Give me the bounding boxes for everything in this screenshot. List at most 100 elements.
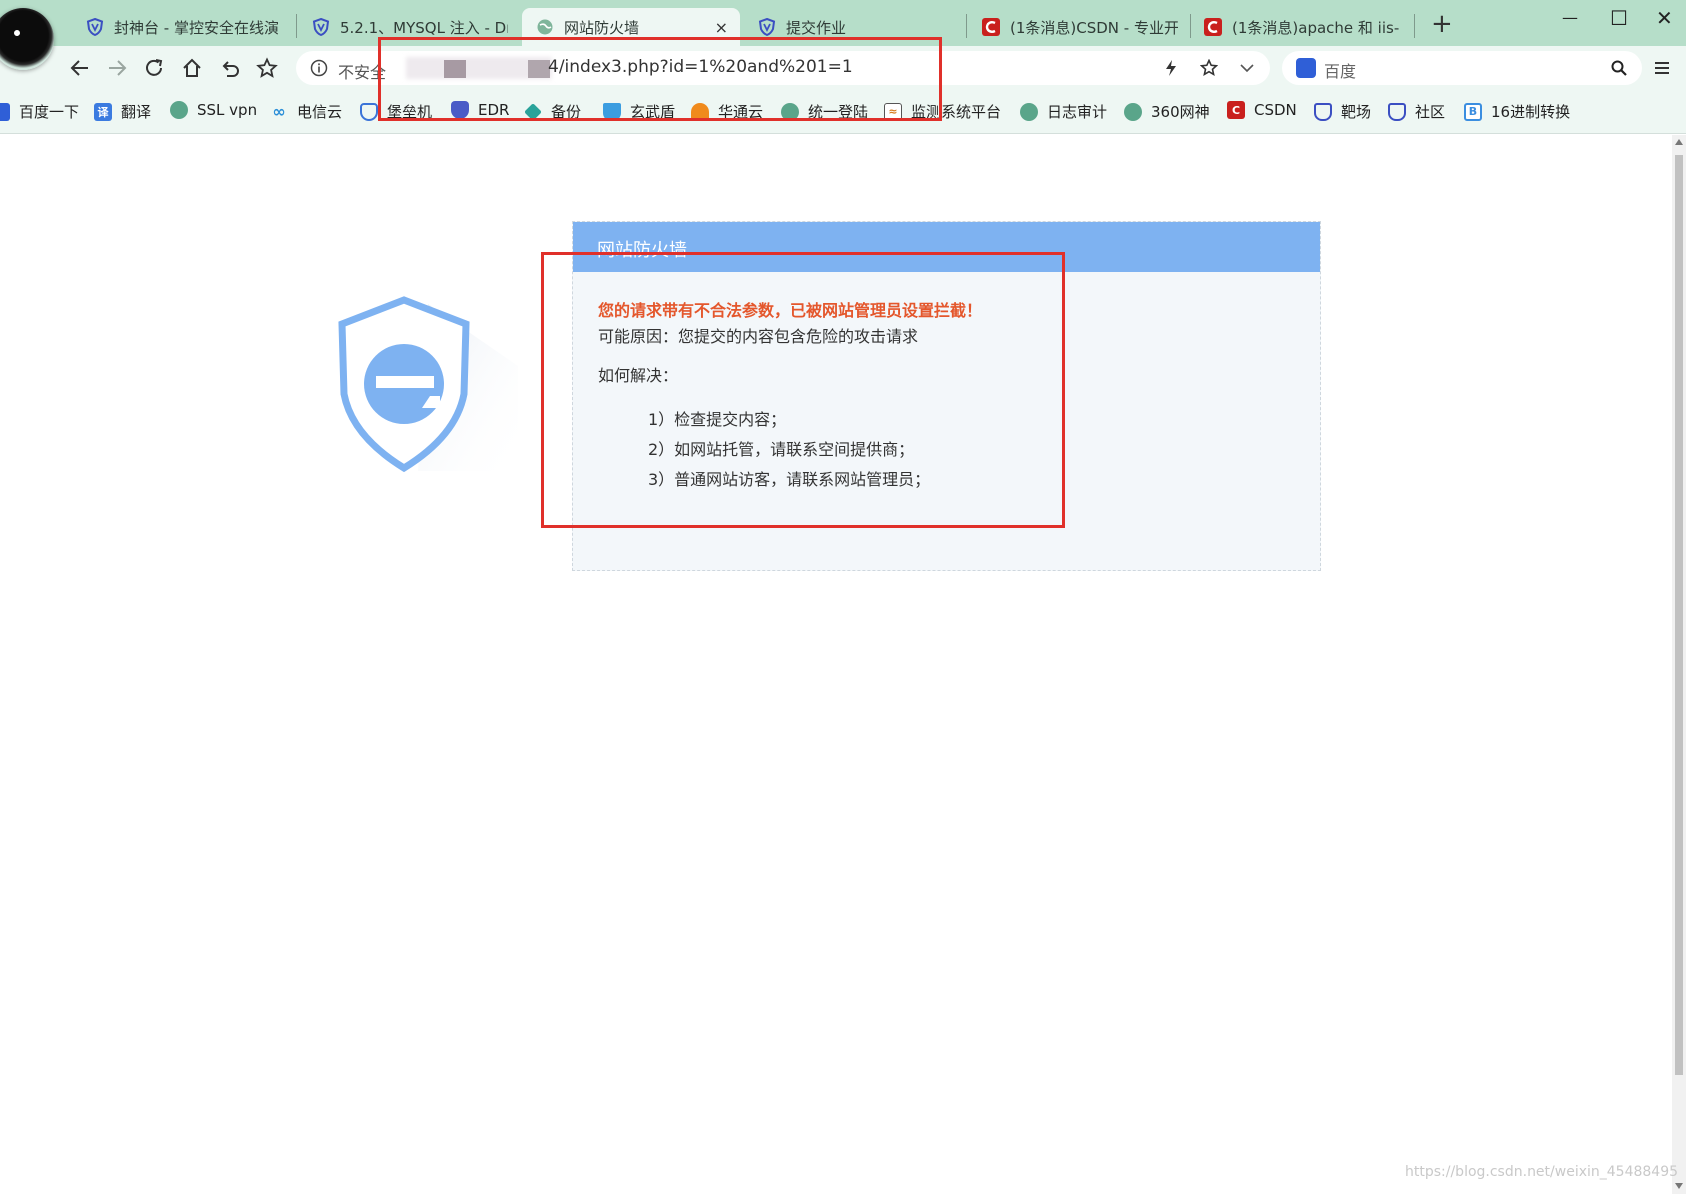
undo-close-button[interactable]: [216, 54, 244, 82]
tab-strip: 封神台 - 掌控安全在线演 5.2.1、MYSQL 注入 - Dr 网站防火墙 …: [0, 0, 1686, 70]
bookmark-edr[interactable]: EDR: [451, 101, 509, 119]
star-icon: [256, 57, 278, 78]
bookmark-log-audit[interactable]: 日志审计: [1020, 101, 1107, 122]
bookmark-unified-login[interactable]: 统一登陆: [781, 101, 868, 122]
new-tab-button[interactable]: +: [1431, 9, 1453, 39]
bookmark-hex-convert[interactable]: B 16进制转换: [1464, 101, 1570, 122]
back-button[interactable]: [66, 54, 94, 82]
security-label: 不安全: [338, 63, 387, 82]
baidu-paw-icon: [1296, 58, 1316, 78]
tab-fengshentai[interactable]: 封神台 - 掌控安全在线演: [86, 8, 286, 46]
shield-icon: [86, 18, 104, 36]
reload-icon: [146, 59, 163, 76]
shield-icon: [360, 102, 378, 121]
tab-title: 5.2.1、MYSQL 注入 - Dr: [340, 18, 508, 37]
bookmark-monitor-platform[interactable]: ≈ 监测系统平台: [884, 101, 1001, 122]
shield-icon: [758, 18, 776, 36]
how-to-heading: 如何解决：: [598, 366, 679, 386]
tab-title: (1条消息)CSDN - 专业开: [1010, 18, 1178, 37]
paw-icon: [0, 102, 10, 121]
bookmark-community[interactable]: 社区: [1388, 101, 1445, 122]
tab-csdn[interactable]: (1条消息)CSDN - 专业开: [982, 8, 1178, 46]
search-placeholder: 百度: [1324, 62, 1357, 81]
maximize-button[interactable]: ☐: [1610, 6, 1628, 30]
scrollbar-thumb[interactable]: [1675, 155, 1683, 1075]
menu-icon[interactable]: [1652, 58, 1672, 78]
shield-icon: [1314, 102, 1332, 121]
globe-icon: [170, 101, 188, 119]
tab-title: 封神台 - 掌控安全在线演: [114, 18, 279, 37]
arrow-left-icon: [70, 60, 88, 76]
link-icon: ∞: [272, 102, 286, 121]
csdn-icon: [1204, 18, 1222, 36]
bookmark-360[interactable]: 360网神: [1124, 101, 1210, 122]
scroll-up-arrow-icon[interactable]: [1675, 139, 1683, 145]
firewall-shield-logo-icon: [338, 296, 518, 473]
scroll-down-arrow-icon[interactable]: [1675, 1183, 1683, 1189]
translate-icon: 译: [94, 102, 112, 121]
shield-icon: [1388, 102, 1406, 121]
tab-title: 网站防火墙: [564, 18, 640, 37]
globe-icon: [781, 102, 799, 121]
solution-list: 1）检查提交内容； 2）如网站托管，请联系空间提供商； 3）普通网站访客，请联系…: [648, 405, 982, 495]
home-button[interactable]: [178, 54, 206, 82]
chart-icon: ≈: [884, 102, 902, 121]
vertical-scrollbar[interactable]: [1672, 135, 1686, 1194]
bookmark-ssl-vpn[interactable]: SSL vpn: [170, 101, 257, 119]
csdn-icon: C: [1227, 101, 1245, 119]
solution-step: 2）如网站托管，请联系空间提供商；: [648, 439, 915, 459]
minimize-button[interactable]: —: [1562, 8, 1578, 27]
search-icon[interactable]: [1610, 59, 1628, 77]
bookmark-bastion[interactable]: 堡垒机: [360, 101, 432, 122]
block-reason: 可能原因：您提交的内容包含危险的攻击请求: [598, 326, 919, 346]
close-tab-icon[interactable]: ×: [715, 18, 728, 37]
shield-icon: [312, 18, 330, 36]
panel-body: 您的请求带有不合法参数，已被网站管理员设置拦截！ 可能原因：您提交的内容包含危险…: [598, 298, 982, 495]
bookmark-star-icon[interactable]: [1200, 59, 1218, 77]
shield-icon: [451, 101, 469, 119]
home-icon: [183, 58, 201, 77]
favorites-button[interactable]: [253, 54, 281, 82]
url-text[interactable]: 4/index3.php?id=1%20and%201=1: [548, 57, 853, 77]
layers-icon: [524, 102, 542, 121]
panel-title: 网站防火墙: [573, 222, 1320, 272]
undo-icon: [222, 61, 239, 77]
search-box[interactable]: 百度: [1282, 51, 1642, 85]
chevron-down-icon[interactable]: [1238, 59, 1256, 77]
bookmark-huatongyun[interactable]: 华通云: [691, 101, 763, 122]
solution-step: 1）检查提交内容；: [648, 409, 787, 429]
tab-submit-homework[interactable]: 提交作业: [758, 8, 958, 46]
bookmark-translate[interactable]: 译翻译: [94, 101, 151, 122]
bookmark-telecom-cloud[interactable]: ∞ 电信云: [270, 101, 342, 122]
globe-icon: [1124, 102, 1142, 121]
address-bar[interactable]: 不安全 4/index3.php?id=1%20and%201=1: [296, 51, 1270, 85]
cloud-icon: [691, 102, 709, 121]
tab-website-firewall[interactable]: 网站防火墙 ×: [522, 8, 740, 46]
cup-icon: [603, 102, 621, 121]
info-icon[interactable]: [310, 59, 328, 77]
bookmark-backup[interactable]: 备份: [524, 101, 581, 122]
navigation-bar: 不安全 4/index3.php?id=1%20and%201=1 百度: [0, 46, 1686, 90]
watermark: https://blog.csdn.net/weixin_45488495: [1405, 1164, 1679, 1180]
tab-mysql-injection[interactable]: 5.2.1、MYSQL 注入 - Dr: [312, 8, 508, 46]
lightning-icon[interactable]: [1162, 59, 1180, 77]
globe-icon: [537, 19, 553, 35]
csdn-icon: [982, 18, 1000, 36]
bookmark-csdn[interactable]: C CSDN: [1227, 101, 1297, 119]
arrow-right-icon: [109, 60, 127, 76]
tab-title: (1条消息)apache 和 iis-: [1232, 18, 1400, 37]
b-icon: B: [1464, 102, 1482, 121]
globe-icon: [1020, 102, 1038, 121]
tab-title: 提交作业: [786, 18, 847, 37]
firewall-panel: 网站防火墙 您的请求带有不合法参数，已被网站管理员设置拦截！ 可能原因：您提交的…: [572, 221, 1321, 571]
reload-button[interactable]: [140, 54, 168, 82]
forward-button[interactable]: [103, 54, 131, 82]
bookmark-range[interactable]: 靶场: [1314, 101, 1371, 122]
bookmarks-bar: 百度一下 译翻译 SSL vpn ∞ 电信云 堡垒机 EDR 备份 玄武盾 华通云…: [0, 90, 1686, 134]
tab-csdn-apache[interactable]: (1条消息)apache 和 iis-: [1204, 8, 1412, 46]
bookmark-baidu[interactable]: 百度一下: [0, 101, 79, 122]
close-window-button[interactable]: ✕: [1656, 6, 1673, 30]
solution-step: 3）普通网站访客，请联系网站管理员；: [648, 469, 931, 489]
bookmark-xuanwudun[interactable]: 玄武盾: [603, 101, 675, 122]
block-warning: 您的请求带有不合法参数，已被网站管理员设置拦截！: [598, 301, 983, 320]
